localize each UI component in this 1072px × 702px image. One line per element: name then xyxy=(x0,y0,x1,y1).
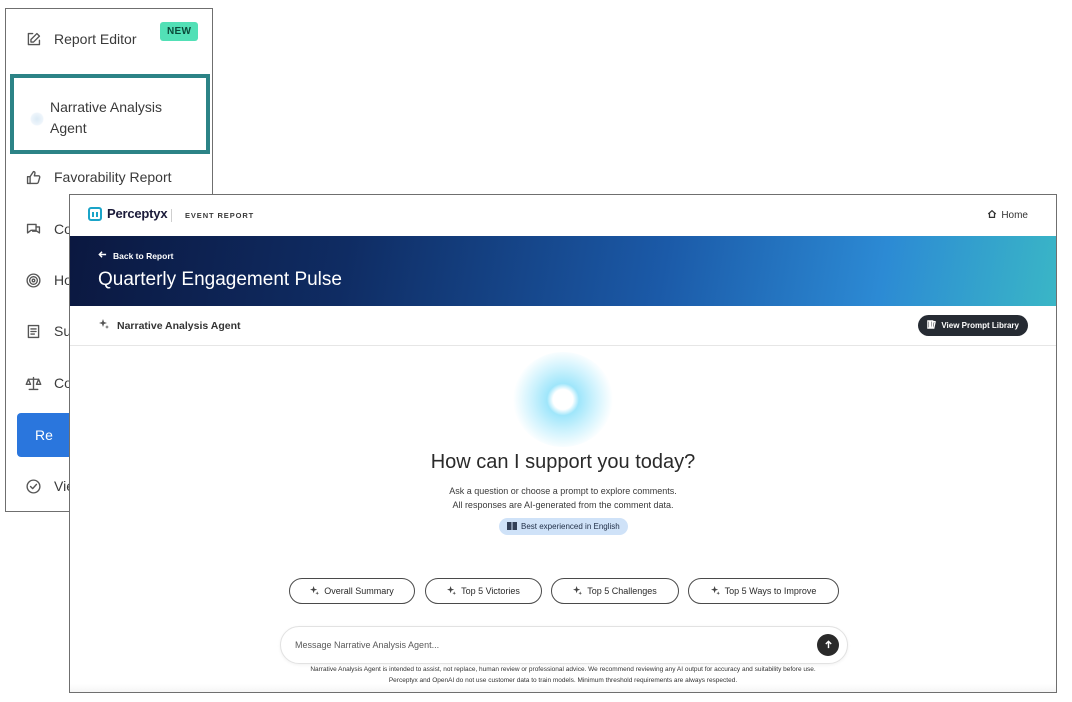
report-banner: Back to Report Quarterly Engagement Puls… xyxy=(70,236,1056,306)
prompt-library-label: View Prompt Library xyxy=(941,321,1019,330)
logo-text: Perceptyx xyxy=(107,206,168,221)
sidebar-item-label: Report Editor xyxy=(54,31,137,47)
sparkle-icon xyxy=(573,585,583,597)
language-badge: Best experienced in English xyxy=(499,518,628,535)
arrow-up-icon xyxy=(824,636,833,654)
library-icon xyxy=(927,320,937,331)
loading-spinner-icon xyxy=(30,112,44,126)
back-label: Back to Report xyxy=(113,250,174,261)
back-to-report-link[interactable]: Back to Report xyxy=(98,250,173,261)
section-label: EVENT REPORT xyxy=(185,211,255,220)
home-link[interactable]: Home xyxy=(987,209,1028,222)
agent-name-label: Narrative Analysis Agent xyxy=(117,319,241,332)
edit-icon xyxy=(24,30,42,48)
prompt-chip-label: Overall Summary xyxy=(324,586,394,596)
sidebar-item-label: Favorability Report xyxy=(54,169,172,185)
top-bar: Perceptyx EVENT REPORT Home xyxy=(70,195,1056,236)
prompt-chip-label: Top 5 Victories xyxy=(461,586,520,596)
sparkle-icon xyxy=(710,585,720,597)
sparkle-icon xyxy=(99,319,109,332)
prompt-chip-label: Top 5 Challenges xyxy=(587,586,657,596)
document-icon xyxy=(24,322,42,340)
page-title: Quarterly Engagement Pulse xyxy=(98,269,342,290)
bottom-fade xyxy=(70,684,1056,692)
scale-icon xyxy=(24,374,42,392)
sparkle-icon xyxy=(310,585,320,597)
new-badge: NEW xyxy=(160,22,199,41)
sidebar-item-label: Re xyxy=(35,427,53,443)
disclaimer-text: Narrative Analysis Agent is intended to … xyxy=(310,666,816,673)
prompt-chip-top-5-victories[interactable]: Top 5 Victories xyxy=(425,578,542,604)
perceptyx-logo-icon xyxy=(88,206,102,221)
translate-icon xyxy=(507,521,517,532)
view-prompt-library-button[interactable]: View Prompt Library xyxy=(918,315,1028,336)
language-badge-label: Best experienced in English xyxy=(521,522,620,531)
arrow-left-icon xyxy=(98,250,107,261)
event-report-window: Perceptyx EVENT REPORT Home Back to Repo… xyxy=(69,194,1057,693)
message-input[interactable]: Message Narrative Analysis Agent... xyxy=(280,626,848,664)
sidebar-item-favorability-report[interactable]: Favorability Report xyxy=(18,155,212,199)
prompt-chip-top-5-ways-to-improve[interactable]: Top 5 Ways to Improve xyxy=(688,578,839,604)
check-circle-icon xyxy=(24,477,42,495)
agent-title: Narrative Analysis Agent xyxy=(99,319,241,332)
welcome-subtext: All responses are AI-generated from the … xyxy=(452,500,674,510)
perceptyx-logo[interactable]: Perceptyx xyxy=(88,206,168,221)
thumbs-up-icon xyxy=(24,168,42,186)
agent-header: Narrative Analysis Agent View Prompt Lib… xyxy=(70,306,1056,346)
prompt-chip-overall-summary[interactable]: Overall Summary xyxy=(289,578,415,604)
target-icon xyxy=(24,271,42,289)
message-input-placeholder: Message Narrative Analysis Agent... xyxy=(295,640,440,650)
sparkle-icon xyxy=(447,585,457,597)
chat-area: How can I support you today? Ask a quest… xyxy=(70,347,1056,692)
disclaimer-text: Perceptyx and OpenAI do not use customer… xyxy=(388,677,738,684)
sidebar-item-narrative-analysis-agent[interactable]: Narrative Analysis Agent xyxy=(10,74,210,154)
home-icon xyxy=(987,209,997,222)
prompt-chip-label: Top 5 Ways to Improve xyxy=(724,586,817,596)
divider xyxy=(171,209,172,222)
agent-orb-icon xyxy=(513,352,613,447)
sidebar-item-label: Narrative Analysis Agent xyxy=(50,99,163,136)
welcome-subtext: Ask a question or choose a prompt to exp… xyxy=(449,486,677,496)
send-button[interactable] xyxy=(817,634,839,656)
prompt-chip-top-5-challenges[interactable]: Top 5 Challenges xyxy=(551,578,679,604)
home-label: Home xyxy=(1001,210,1028,221)
comments-icon xyxy=(24,220,42,238)
welcome-headline: How can I support you today? xyxy=(430,451,696,473)
